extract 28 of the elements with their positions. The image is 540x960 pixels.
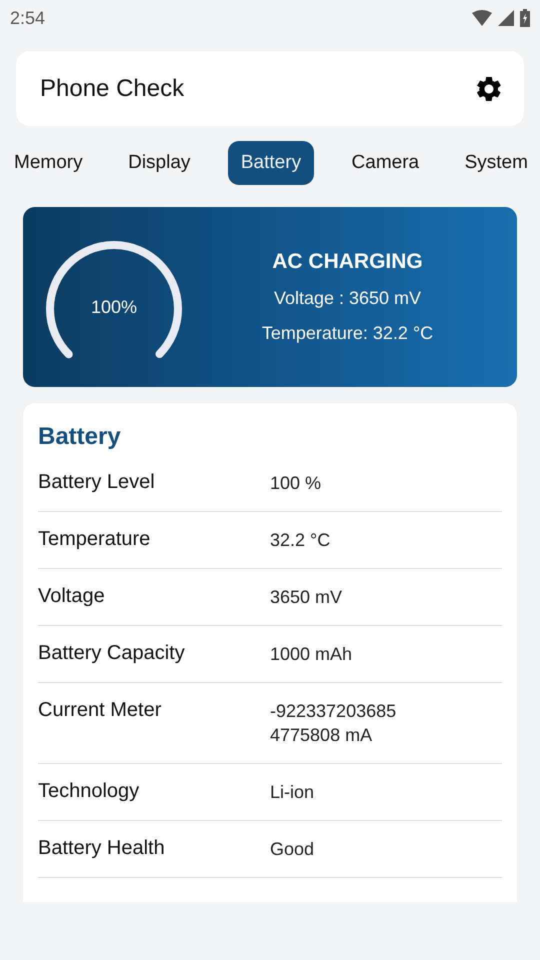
row-value: Good xyxy=(270,838,316,861)
row-label: Temperature xyxy=(38,528,152,551)
row-label: Battery Health xyxy=(38,837,166,860)
row-label: Battery Level xyxy=(38,471,156,494)
row-label: Battery Capacity xyxy=(38,642,186,665)
signal-icon xyxy=(498,10,514,26)
tab[interactable]: Memory xyxy=(6,141,91,185)
row-value: 1000 mAh xyxy=(270,643,354,666)
row-value: 100 % xyxy=(270,472,322,495)
section-title: Battery xyxy=(38,423,122,451)
app-title: Phone Check xyxy=(40,74,184,102)
row-label: Voltage xyxy=(38,585,106,608)
status-time: 2:54 xyxy=(10,8,46,28)
tab[interactable]: Battery xyxy=(228,141,314,185)
battery-icon xyxy=(520,9,530,27)
row-value: 3650 mV xyxy=(270,586,344,609)
row-label: Technology xyxy=(38,780,140,803)
voltage-text: Voltage : 3650 mV xyxy=(274,288,422,309)
tab[interactable]: System xyxy=(456,141,536,185)
row-value: -9223372036854775808 mA xyxy=(270,700,398,747)
row-value: 32.2 °C xyxy=(270,529,332,552)
row-label: Current Meter xyxy=(38,699,162,722)
tab[interactable]: Display xyxy=(120,141,198,185)
wifi-icon xyxy=(472,10,492,26)
tab[interactable]: Camera xyxy=(344,141,428,185)
charging-status: AC CHARGING xyxy=(272,250,423,274)
row-value: Li-ion xyxy=(270,781,316,804)
temperature-text: Temperature: 32.2 °C xyxy=(262,323,434,344)
